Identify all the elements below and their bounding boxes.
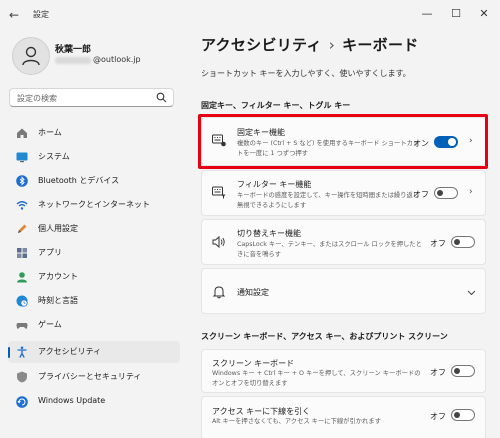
sidebar-item-gaming[interactable]: ゲーム (8, 314, 180, 336)
sidebar-item-privacy[interactable]: プライバシーとセキュリティ (8, 366, 180, 388)
monitor-icon (16, 152, 28, 163)
search-placeholder: 設定の検索 (17, 94, 57, 103)
chevron-right-icon[interactable]: › (469, 187, 473, 197)
breadcrumb: アクセシビリティ › キーボード (201, 34, 419, 55)
app-title: 設定 (33, 10, 49, 19)
user-email: @outlook.jp (93, 55, 141, 64)
sidebar-item-home[interactable]: ホーム (8, 122, 180, 144)
maximize-button[interactable]: ☐ (447, 5, 465, 23)
sidebar-item-system[interactable]: システム (8, 146, 180, 168)
update-icon (16, 396, 28, 408)
search-icon (156, 92, 167, 103)
card-description: Windows キー + Ctrl キー + O キーを押して、スクリーン キー… (212, 370, 421, 387)
title-bar: ← 設定 — ☐ ✕ (0, 0, 500, 30)
page-description: ショートカット キーを入力しやすく、使いやすくします。 (201, 69, 411, 78)
filter-keys-card[interactable]: フィルター キー機能 キーボードの感度を設定して、キー操作を短時間または繰り返し… (201, 170, 486, 216)
sidebar-item-accounts[interactable]: アカウント (8, 266, 180, 288)
sidebar-item-label: アプリ (38, 248, 62, 257)
toggle-keys-card[interactable]: 切り替えキー機能 CapsLock キー、テンキー、またはスクロール ロックを押… (201, 219, 486, 265)
account-icon (17, 272, 27, 283)
sidebar-item-label: Bluetooth とデバイス (38, 176, 120, 185)
bell-icon (212, 286, 226, 299)
toggle-knob (454, 412, 460, 418)
card-description: キーボードの感度を設定して、キー操作を短時間または繰り返し無視できるようにします (237, 192, 420, 209)
gamepad-icon (16, 323, 28, 329)
breadcrumb-separator: › (328, 36, 336, 54)
back-arrow-icon[interactable]: ← (9, 8, 23, 22)
toggle-keys-toggle[interactable] (451, 236, 475, 248)
sidebar-item-label: ホーム (38, 128, 62, 137)
sidebar-item-label: 個人用設定 (38, 224, 78, 233)
filter-keys-toggle[interactable] (434, 187, 458, 199)
sidebar-item-apps[interactable]: アプリ (8, 242, 180, 264)
apps-icon (17, 248, 27, 258)
sidebar-item-network[interactable]: ネットワークとインターネット (8, 194, 180, 216)
underline-access-keys-card[interactable]: アクセス キーに下線を引く Alt キーを押さなくても、アクセス キーに下線が引… (201, 396, 486, 438)
card-title: 切り替えキー機能 (237, 229, 301, 238)
toggle-knob (454, 239, 460, 245)
sidebar-item-time-language[interactable]: 時刻と言語 (8, 290, 180, 312)
card-title: スクリーン キーボード (212, 359, 295, 368)
onscreen-keyboard-card[interactable]: スクリーン キーボード Windows キー + Ctrl キー + O キーを… (201, 349, 486, 393)
sidebar-item-label: 時刻と言語 (38, 296, 78, 305)
sidebar-item-label: プライバシーとセキュリティ (38, 372, 142, 381)
sidebar-item-label: ゲーム (38, 320, 62, 329)
settings-window: ← 設定 — ☐ ✕ 秋葉一郎 @outlook.jp 設定の検索 ホーム シス… (0, 0, 500, 438)
sidebar-item-bluetooth[interactable]: Bluetooth とデバイス (8, 170, 180, 192)
underline-access-keys-toggle[interactable] (451, 409, 475, 421)
accessibility-icon (17, 346, 27, 358)
sidebar-item-label: システム (38, 152, 70, 161)
toggle-state-label: オフ (413, 190, 429, 199)
card-description: Alt キーを押さなくても、アクセス キーに下線が引かれます (212, 418, 381, 425)
sidebar-item-personalization[interactable]: 個人用設定 (8, 218, 180, 240)
card-description: CapsLock キー、テンキー、またはスクロール ロックを押したときに音を鳴ら… (237, 241, 422, 258)
section-title-onscreen: スクリーン キーボード、アクセス キー、およびプリント スクリーン (201, 332, 448, 341)
minimize-button[interactable]: — (418, 5, 436, 23)
onscreen-keyboard-toggle[interactable] (451, 365, 475, 377)
close-button[interactable]: ✕ (475, 5, 493, 23)
card-title: フィルター キー機能 (237, 180, 312, 189)
sidebar-item-label: アクセシビリティ (38, 347, 102, 356)
sidebar-item-accessibility[interactable]: アクセシビリティ (8, 341, 180, 363)
card-title: アクセス キーに下線を引く (212, 407, 311, 416)
toggle-state-label: オフ (430, 412, 446, 421)
filter-keys-icon (212, 186, 226, 199)
avatar[interactable] (12, 37, 50, 75)
person-icon (22, 46, 40, 66)
search-input[interactable]: 設定の検索 (9, 88, 174, 107)
notification-settings-card[interactable]: 通知設定 (201, 268, 486, 314)
toggle-state-label: オフ (430, 239, 446, 248)
toggle-state-label: オフ (430, 368, 446, 377)
email-blur (55, 57, 91, 64)
sidebar-item-label: アカウント (38, 272, 78, 281)
shield-icon (17, 371, 27, 383)
sidebar-item-label: Windows Update (38, 396, 106, 405)
sidebar-item-windows-update[interactable]: Windows Update (8, 391, 180, 413)
card-title: 通知設定 (237, 288, 269, 297)
toggle-knob (454, 368, 460, 374)
toggle-knob (437, 190, 443, 196)
sidebar-item-label: ネットワークとインターネット (38, 200, 150, 209)
highlight-frame (198, 114, 488, 169)
breadcrumb-parent[interactable]: アクセシビリティ (201, 36, 322, 54)
active-indicator (8, 347, 10, 358)
clock-globe-icon (16, 295, 28, 307)
home-icon (17, 128, 27, 138)
page-title: キーボード (342, 36, 419, 54)
toggle-keys-icon (212, 235, 225, 249)
wifi-icon (16, 201, 28, 210)
bluetooth-icon (16, 175, 28, 187)
section-title-keys: 固定キー、フィルター キー、トグル キー (201, 101, 351, 110)
user-name: 秋葉一郎 (55, 45, 92, 55)
pen-icon (18, 224, 27, 233)
chevron-down-icon[interactable] (467, 288, 476, 297)
